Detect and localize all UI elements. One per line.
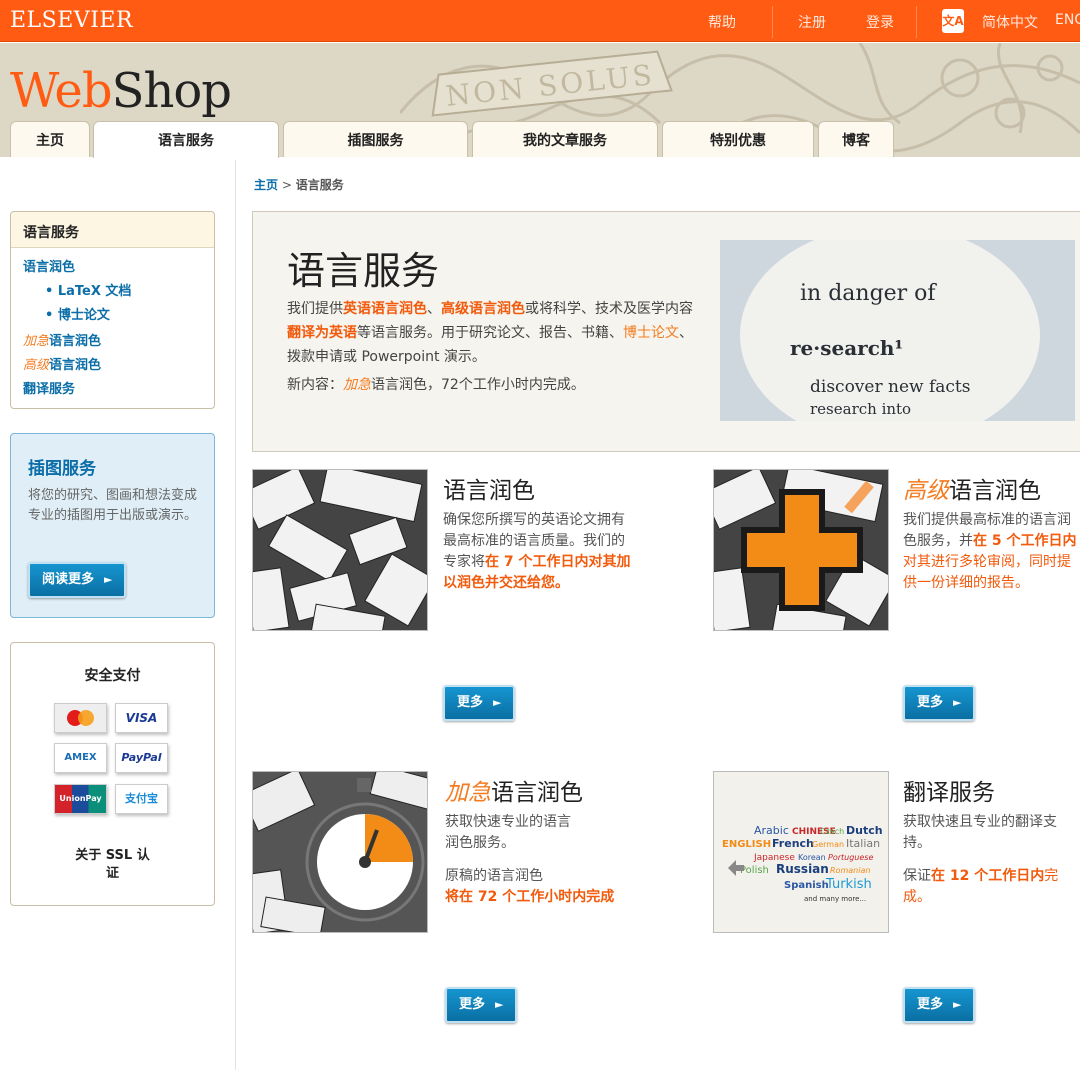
svg-text:Spanish: Spanish [784, 880, 829, 891]
svg-text:Korean: Korean [798, 853, 826, 862]
svg-text:Russian: Russian [776, 862, 829, 876]
svg-text:Portuguese: Portuguese [828, 853, 873, 862]
divider [916, 6, 917, 38]
svg-text:Romanian: Romanian [830, 866, 870, 875]
paypal-icon: PayPal [115, 743, 168, 773]
svg-text:re·search¹: re·search¹ [790, 336, 903, 360]
svg-text:discover new facts: discover new facts [810, 377, 970, 397]
arrow-right-icon: ► [953, 696, 962, 709]
languages-cloud-image: Arabic CHINESE Czech Dutch ENGLISH Frenc… [713, 771, 889, 933]
service-desc-translation-2: 保证在 12 个工作日内完成。 [903, 868, 1059, 905]
menu-item-urgent[interactable]: 加急语言润色 [23, 330, 101, 349]
page-title: 语言服务 [287, 249, 440, 293]
tab-offers[interactable]: 特别优惠 [662, 121, 814, 157]
payment-title: 安全支付 [84, 668, 141, 684]
lang-zh-link[interactable]: 简体中文 [982, 12, 1038, 32]
service-desc-urgent-2: 原稿的语言润色 将在 72 个工作小时内完成 [445, 868, 615, 905]
more-button-polish[interactable]: 更多 ► [443, 685, 516, 721]
svg-text:in danger of: in danger of [800, 281, 937, 306]
svg-text:Turkish: Turkish [825, 877, 872, 892]
login-link[interactable]: 登录 [866, 12, 894, 32]
unionpay-icon: UnionPay [54, 784, 107, 814]
service-title-polish[interactable]: 语言润色 [443, 471, 535, 505]
mastercard-icon [54, 703, 107, 733]
arrow-right-icon: ► [493, 696, 502, 709]
more-button-urgent[interactable]: 更多 ► [445, 987, 518, 1023]
illustration-title[interactable]: 插图服务 [28, 454, 96, 479]
service-desc-translation: 获取快速且专业的翻译支持。 [903, 814, 1057, 851]
alipay-icon: 支付宝 [115, 784, 168, 814]
menu-item-translation[interactable]: 翻译服务 [23, 378, 75, 397]
svg-text:research into: research into [810, 400, 911, 418]
svg-text:ENGLISH: ENGLISH [722, 839, 771, 850]
hero-new-content: 新内容：加急语言润色，72个工作小时内完成。 [287, 377, 585, 393]
illustration-desc: 将您的研究、图画和想法变成专业的插图用于出版或演示。 [28, 488, 198, 523]
svg-text:and many more...: and many more... [804, 895, 866, 903]
service-desc-polish: 确保您所撰写的英语论文拥有最高标准的语言质量。我们的专家将在 7 个工作日内对其… [443, 512, 631, 591]
menu-item-thesis[interactable]: • 博士论文 [45, 304, 110, 323]
service-desc-advanced: 我们提供最高标准的语言润色服务，并在 5 个工作日内对其进行多轮审阅，同时提供一… [903, 512, 1077, 591]
elsevier-logo[interactable]: ELSEVIER [10, 8, 133, 33]
ssl-link[interactable]: 关于 SSL 认证 [11, 847, 214, 883]
arrow-right-icon: ► [953, 998, 962, 1011]
menu-item-polish[interactable]: 语言润色 [23, 256, 75, 275]
illustration-promo-box: 插图服务 将您的研究、图画和想法变成专业的插图用于出版或演示。 阅读更多 ► [10, 433, 215, 618]
breadcrumb-current: 语言服务 [295, 178, 344, 192]
lang-en-link[interactable]: ENG [1055, 12, 1080, 28]
word-tiles-plus-image [713, 469, 889, 631]
service-desc-urgent: 获取快速专业的语言润色服务。 [445, 814, 571, 851]
language-icon[interactable]: 文A [942, 9, 964, 33]
svg-text:Czech: Czech [820, 827, 844, 836]
svg-text:Italian: Italian [846, 837, 880, 850]
svg-text:Polish: Polish [740, 865, 769, 876]
more-button-translation[interactable]: 更多 ► [903, 987, 976, 1023]
column-divider [235, 160, 236, 1070]
menu-item-latex[interactable]: • LaTeX 文档 [45, 280, 131, 299]
arrow-right-icon: ► [495, 998, 504, 1011]
tab-illustration[interactable]: 插图服务 [283, 121, 468, 157]
dictionary-research-image: in danger of re·search¹ discover new fac… [720, 240, 1075, 421]
stopwatch-image [252, 771, 428, 933]
service-title-translation[interactable]: 翻译服务 [903, 773, 995, 807]
menu-item-advanced[interactable]: 高级语言润色 [23, 354, 101, 373]
service-title-urgent[interactable]: 加急语言润色 [445, 773, 583, 807]
divider [772, 6, 773, 38]
webshop-logo[interactable]: WebShop [10, 63, 232, 119]
svg-text:Dutch: Dutch [846, 824, 883, 837]
top-bar: ELSEVIER 帮助 注册 登录 文A 简体中文 ENG [0, 0, 1080, 42]
tab-language-services[interactable]: 语言服务 [93, 121, 279, 158]
amex-icon: AMEX [54, 743, 107, 773]
register-link[interactable]: 注册 [798, 12, 826, 32]
svg-text:Arabic: Arabic [754, 824, 789, 837]
language-services-menu: 语言服务 语言润色 • LaTeX 文档 • 博士论文 加急语言润色 高级语言润… [10, 211, 215, 409]
arrow-right-icon: ► [104, 573, 113, 586]
word-tiles-image [252, 469, 428, 631]
hero-description: 我们提供英语语言润色、高级语言润色或将科学、技术及医学内容翻译为英语等语言服务。… [287, 301, 693, 365]
visa-icon: VISA [115, 703, 168, 733]
svg-text:German: German [812, 840, 844, 849]
read-more-button[interactable]: 阅读更多 ► [28, 562, 127, 598]
secure-payment-box: 安全支付 VISA AMEX PayPal UnionPay 支付宝 关于 SS… [10, 642, 215, 906]
tab-blog[interactable]: 博客 [818, 121, 894, 157]
more-button-advanced[interactable]: 更多 ► [903, 685, 976, 721]
svg-text:French: French [772, 837, 814, 850]
tab-my-articles[interactable]: 我的文章服务 [472, 121, 658, 157]
breadcrumb: 主页 > 语言服务 [254, 178, 344, 192]
help-link[interactable]: 帮助 [708, 12, 736, 32]
hero-panel: 语言服务 我们提供英语语言润色、高级语言润色或将科学、技术及医学内容翻译为英语等… [252, 211, 1080, 452]
breadcrumb-home[interactable]: 主页 [254, 178, 278, 192]
service-title-advanced[interactable]: 高级语言润色 [903, 471, 1041, 505]
tab-home[interactable]: 主页 [10, 121, 90, 157]
menu-title: 语言服务 [11, 212, 214, 248]
